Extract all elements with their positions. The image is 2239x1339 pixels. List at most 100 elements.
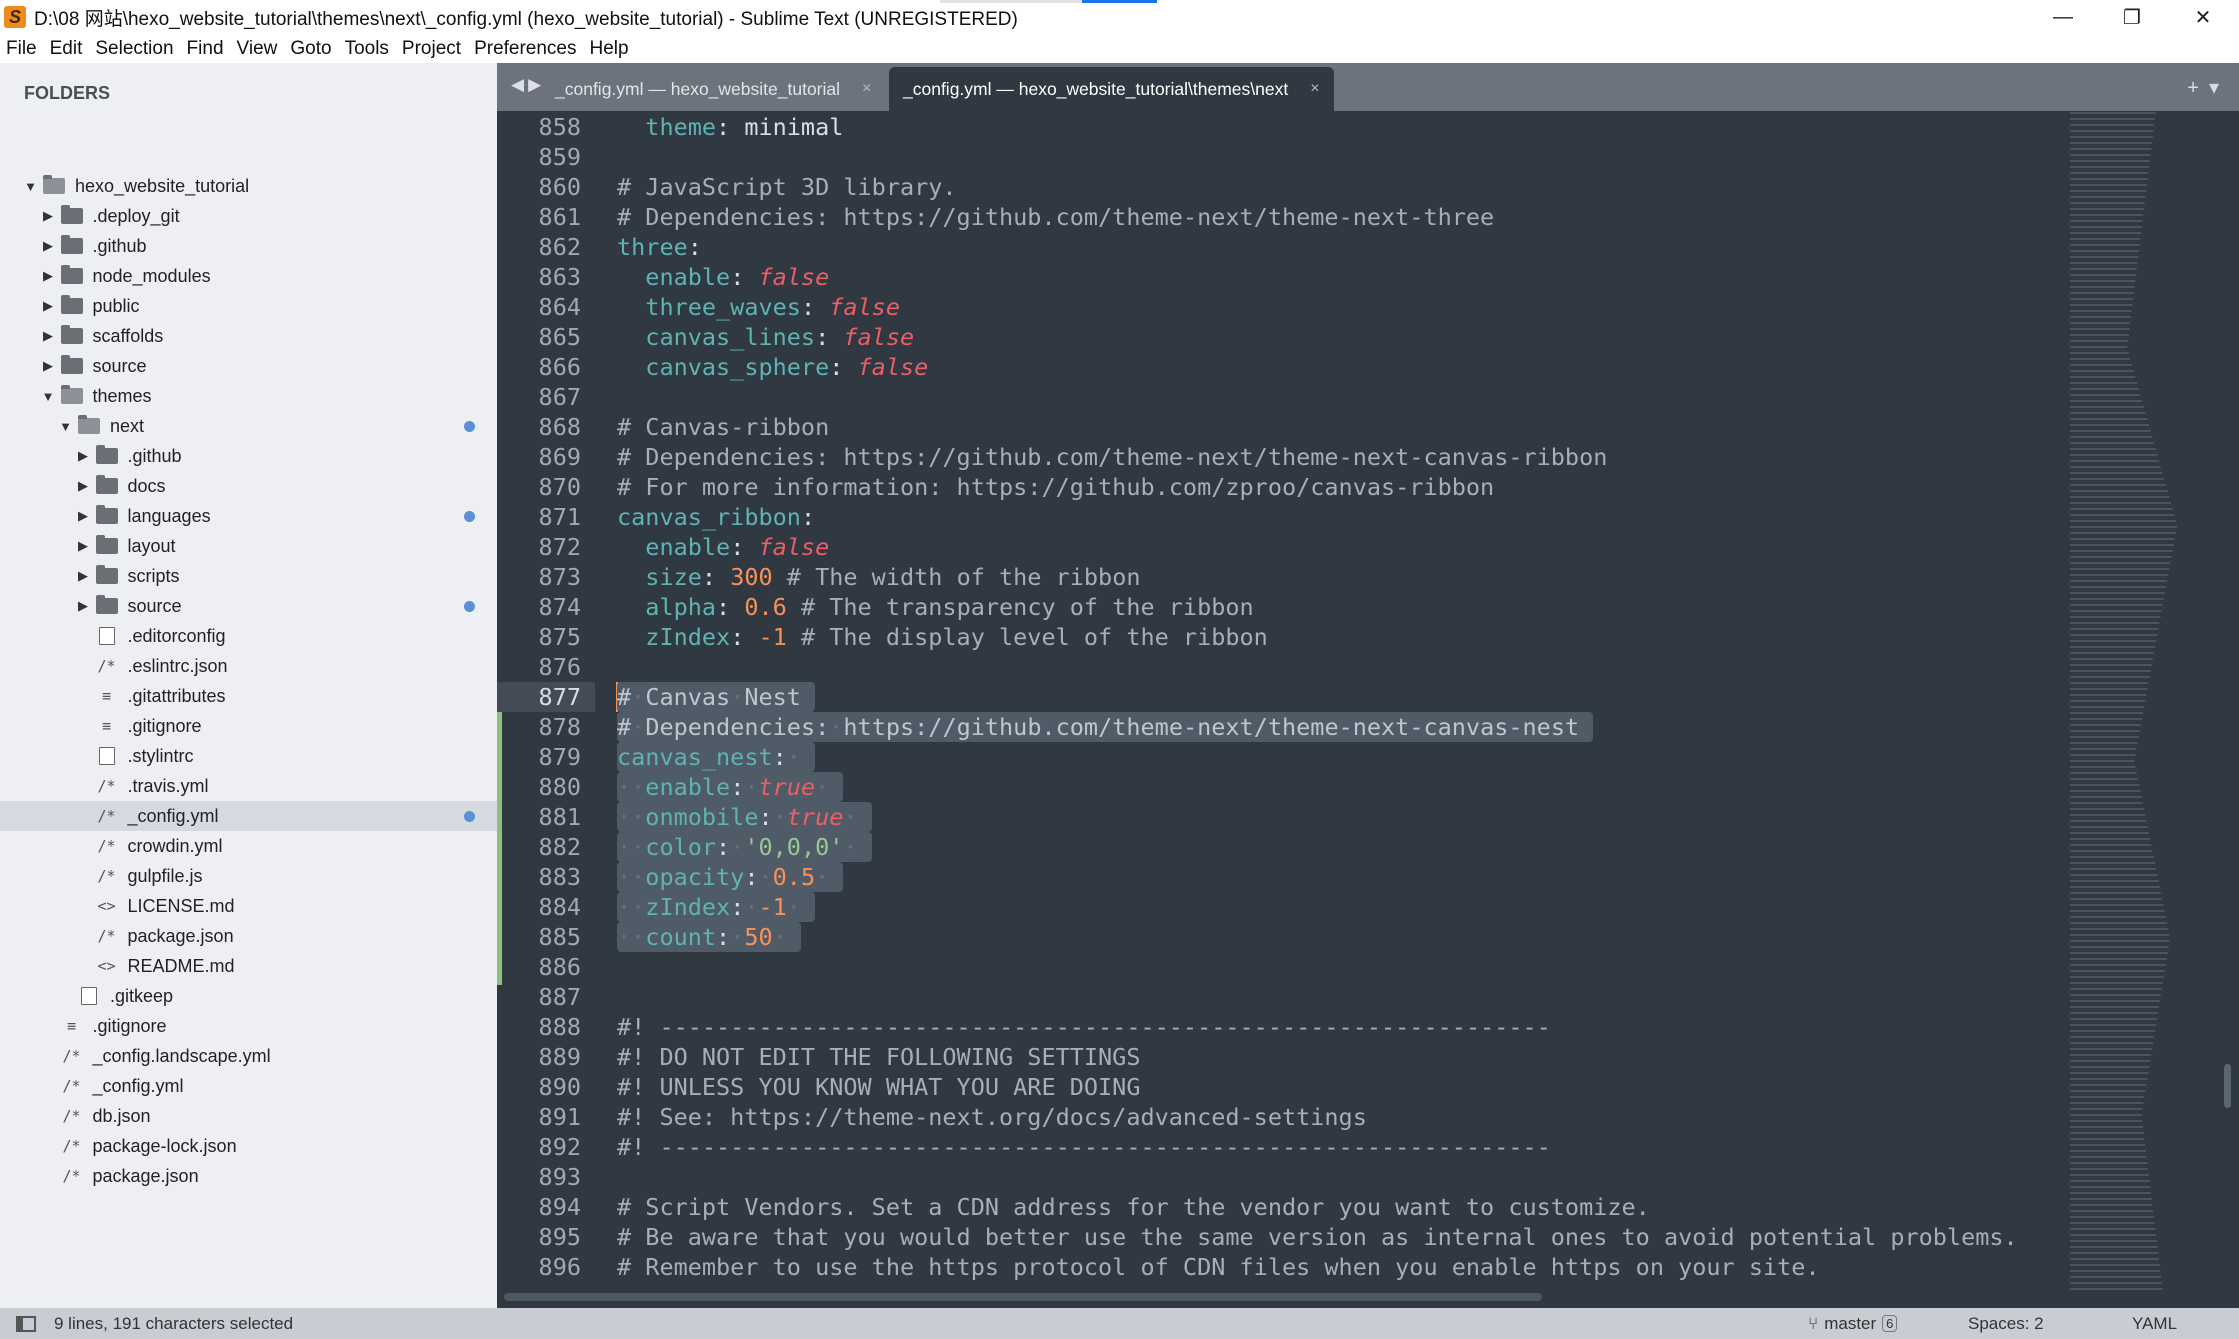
file-item[interactable]: /* _config.landscape.yml [0,1041,497,1071]
code-line[interactable]: 893 [497,1162,2057,1192]
file-item[interactable]: ≡ .gitattributes [0,681,497,711]
collapsed-arrow-icon[interactable]: ▶ [40,328,57,344]
close-button[interactable]: ✕ [2170,0,2236,34]
expanded-arrow-icon[interactable]: ▼ [40,389,57,404]
code-line[interactable]: 890 #! UNLESS YOU KNOW WHAT YOU ARE DOING [497,1072,2057,1102]
code-line[interactable]: 891 #! See: https://theme-next.org/docs/a… [497,1102,2057,1132]
folder-item[interactable]: ▶ scripts [0,561,497,591]
folder-item[interactable]: ▶ source [0,591,497,621]
file-item[interactable]: /* package.json [0,1161,497,1191]
horizontal-scrollbar[interactable] [504,1293,1542,1301]
menu-project[interactable]: Project [402,38,461,60]
tab-next-config[interactable]: _config.yml — hexo_website_tutorial\them… [889,67,1334,111]
code-line[interactable]: 858 theme: minimal [497,112,2057,142]
code-line[interactable]: 864 three_waves: false [497,292,2057,322]
toggle-panel-icon[interactable] [16,1316,36,1332]
code-line[interactable]: 892 #! ----------------------------------… [497,1132,2057,1162]
folder-item[interactable]: ▼ themes [0,381,497,411]
expanded-arrow-icon[interactable]: ▼ [57,419,74,434]
file-item[interactable]: /* _config.yml [0,801,497,831]
file-item[interactable]: /* _config.yml [0,1071,497,1101]
code-line[interactable]: 870 # For more information: https://githu… [497,472,2057,502]
folder-item[interactable]: ▼ hexo_website_tutorial [0,171,497,201]
code-line[interactable]: 895 # Be aware that you would better use … [497,1222,2057,1252]
code-line[interactable]: 878 #·Dependencies:·https://github.com/th… [497,712,2057,742]
collapsed-arrow-icon[interactable]: ▶ [75,448,92,464]
collapsed-arrow-icon[interactable]: ▶ [75,538,92,554]
collapsed-arrow-icon[interactable]: ▶ [40,268,57,284]
menu-edit[interactable]: Edit [50,38,83,60]
collapsed-arrow-icon[interactable]: ▶ [75,478,92,494]
file-item[interactable]: .stylintrc [0,741,497,771]
file-item[interactable]: /* .eslintrc.json [0,651,497,681]
code-line[interactable]: 879 canvas_nest:· [497,742,2057,772]
code-line[interactable]: 873 size: 300 # The width of the ribbon [497,562,2057,592]
menu-find[interactable]: Find [187,38,224,60]
folder-item[interactable]: ▶ layout [0,531,497,561]
collapsed-arrow-icon[interactable]: ▶ [40,238,57,254]
minimap[interactable] [2070,112,2178,1292]
menu-goto[interactable]: Goto [290,38,331,60]
code-line[interactable]: 869 # Dependencies: https://github.com/th… [497,442,2057,472]
code-line[interactable]: 865 canvas_lines: false [497,322,2057,352]
code-line[interactable]: 882 ··color:·'0,0,0'· [497,832,2057,862]
folder-item[interactable]: ▶ languages [0,501,497,531]
folder-item[interactable]: ▶ scaffolds [0,321,497,351]
new-tab-and-dropdown-icon[interactable]: +▾ [2187,75,2229,100]
collapsed-arrow-icon[interactable]: ▶ [75,508,92,524]
code-line[interactable]: 894 # Script Vendors. Set a CDN address f… [497,1192,2057,1222]
menu-file[interactable]: File [6,38,37,60]
file-item[interactable]: <> LICENSE.md [0,891,497,921]
file-item[interactable]: /* db.json [0,1101,497,1131]
folder-item[interactable]: ▶ .github [0,441,497,471]
tab-root-config[interactable]: _config.yml — hexo_website_tutorial × [541,67,885,111]
close-tab-icon[interactable]: × [862,80,871,98]
code-line[interactable]: 860 # JavaScript 3D library. [497,172,2057,202]
code-line[interactable]: 884 ··zIndex:·-1· [497,892,2057,922]
code-area[interactable]: 858 theme: minimal 859 860 # JavaScript 3D … [497,112,2057,1282]
folder-item[interactable]: ▶ node_modules [0,261,497,291]
file-item[interactable]: /* .travis.yml [0,771,497,801]
code-line[interactable]: 877 #·Canvas·Nest [497,682,2057,712]
collapsed-arrow-icon[interactable]: ▶ [75,598,92,614]
code-line[interactable]: 863 enable: false [497,262,2057,292]
code-line[interactable]: 859 [497,142,2057,172]
file-item[interactable]: .editorconfig [0,621,497,651]
code-line[interactable]: 887 [497,982,2057,1012]
file-item[interactable]: /* package-lock.json [0,1131,497,1161]
minimize-button[interactable]: — [2030,0,2096,34]
collapsed-arrow-icon[interactable]: ▶ [40,208,57,224]
code-line[interactable]: 876 [497,652,2057,682]
menu-tools[interactable]: Tools [345,38,389,60]
menu-view[interactable]: View [237,38,278,60]
folder-item[interactable]: ▼ next [0,411,497,441]
file-item[interactable]: /* gulpfile.js [0,861,497,891]
file-item[interactable]: /* package.json [0,921,497,951]
code-line[interactable]: 861 # Dependencies: https://github.com/th… [497,202,2057,232]
code-line[interactable]: 883 ··opacity:·0.5· [497,862,2057,892]
restore-button[interactable]: ❐ [2099,0,2165,34]
git-branch[interactable]: ⑂ master 6 [1808,1314,1898,1334]
code-line[interactable]: 862 three: [497,232,2057,262]
code-line[interactable]: 880 ··enable:·true· [497,772,2057,802]
code-line[interactable]: 886 [497,952,2057,982]
file-item[interactable]: /* crowdin.yml [0,831,497,861]
editor[interactable]: ◀▶ _config.yml — hexo_website_tutorial × … [497,63,2239,1308]
folder-item[interactable]: ▶ .github [0,231,497,261]
code-line[interactable]: 872 enable: false [497,532,2057,562]
file-item[interactable]: .gitkeep [0,981,497,1011]
code-line[interactable]: 881 ··onmobile:·true· [497,802,2057,832]
collapsed-arrow-icon[interactable]: ▶ [40,298,57,314]
folder-item[interactable]: ▶ docs [0,471,497,501]
code-line[interactable]: 889 #! DO NOT EDIT THE FOLLOWING SETTINGS [497,1042,2057,1072]
code-line[interactable]: 867 [497,382,2057,412]
expanded-arrow-icon[interactable]: ▼ [22,179,39,194]
collapsed-arrow-icon[interactable]: ▶ [75,568,92,584]
folder-item[interactable]: ▶ public [0,291,497,321]
file-item[interactable]: <> README.md [0,951,497,981]
syntax-selector[interactable]: YAML [2132,1314,2177,1334]
code-line[interactable]: 896 # Remember to use the https protocol … [497,1252,2057,1282]
file-item[interactable]: ≡ .gitignore [0,1011,497,1041]
code-line[interactable]: 874 alpha: 0.6 # The transparency of the… [497,592,2057,622]
file-item[interactable]: ≡ .gitignore [0,711,497,741]
